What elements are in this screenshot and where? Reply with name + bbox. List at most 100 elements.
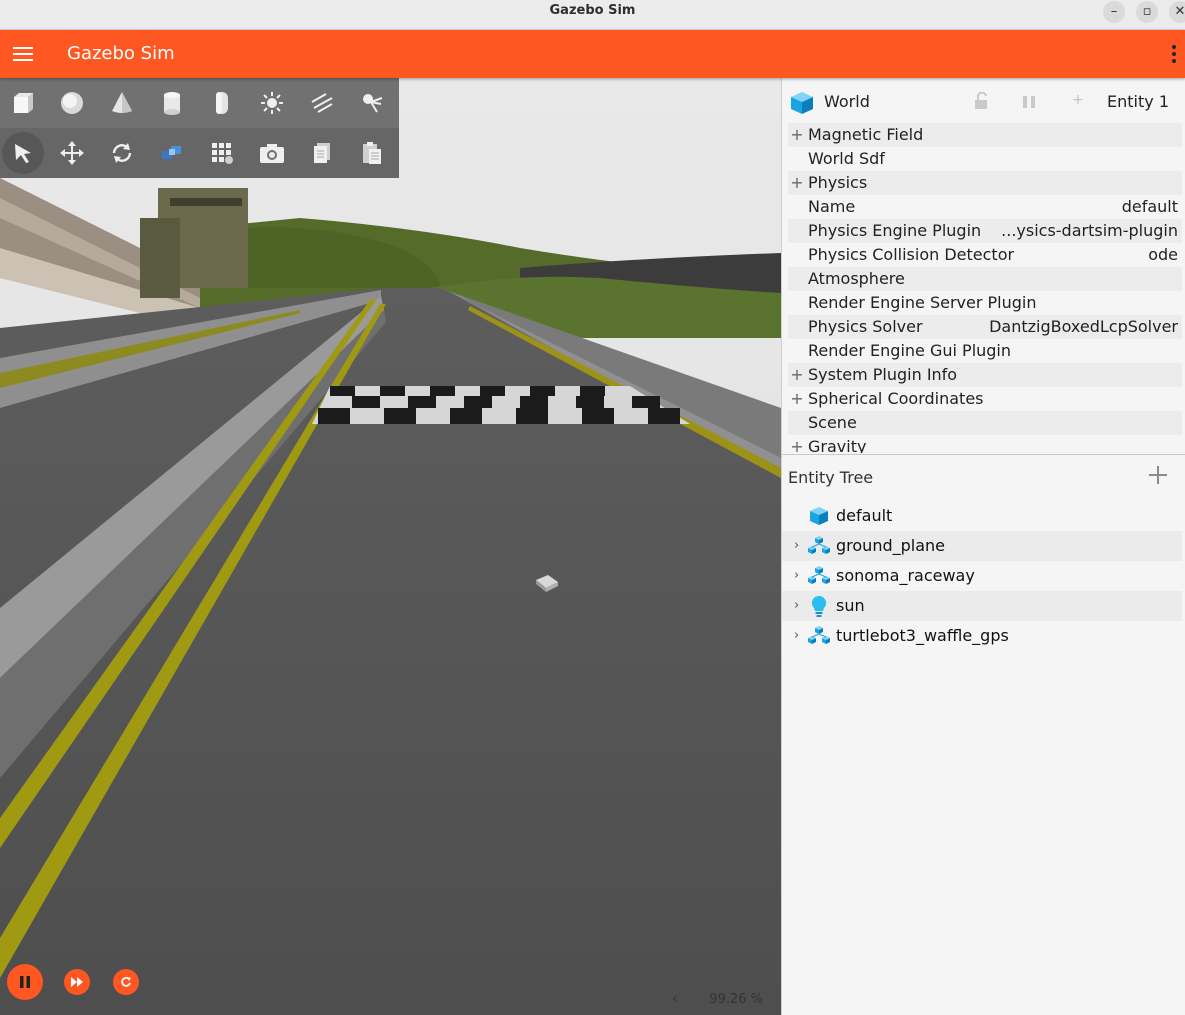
component-key: Physics	[808, 173, 868, 192]
component-value: ...ysics-dartsim-plugin	[1001, 221, 1178, 240]
box-icon[interactable]	[2, 82, 44, 124]
model-icon	[808, 626, 830, 644]
component-key: Spherical Coordinates	[808, 389, 984, 408]
paste-icon[interactable]	[351, 132, 393, 174]
window-titlebar: Gazebo Sim – ▫ ✕	[0, 0, 1185, 30]
expand-icon[interactable]: +	[790, 123, 804, 147]
component-row-physics[interactable]: + Physics	[788, 171, 1182, 195]
world-cube-icon	[791, 92, 813, 114]
chevron-right-icon[interactable]: ›	[794, 561, 799, 591]
capsule-icon[interactable]	[201, 82, 243, 124]
menu-icon[interactable]	[13, 46, 33, 62]
maximize-icon[interactable]: ▫	[1136, 1, 1158, 23]
kebab-menu-icon[interactable]	[1171, 44, 1177, 64]
cone-icon[interactable]	[101, 82, 143, 124]
component-key: Physics Collision Detector	[808, 245, 1015, 264]
chevron-left-icon[interactable]: ‹	[672, 991, 678, 1007]
component-value: ode	[1148, 245, 1178, 264]
copy-icon[interactable]	[301, 132, 343, 174]
component-row-system-plugin-info[interactable]: + System Plugin Info	[788, 363, 1182, 387]
model-icon	[808, 536, 830, 554]
component-row-atmosphere[interactable]: Atmosphere	[788, 267, 1182, 291]
chevron-right-icon[interactable]: ›	[794, 591, 799, 621]
component-row-world-sdf[interactable]: World Sdf	[788, 147, 1182, 171]
component-row-physics-solver[interactable]: Physics Solver DantzigBoxedLcpSolver	[788, 315, 1182, 339]
component-key: Atmosphere	[808, 269, 905, 288]
scene-3d-view[interactable]: ‹ 99.26 %	[0, 78, 781, 1015]
cylinder-icon[interactable]	[151, 82, 193, 124]
step-icon[interactable]	[64, 969, 90, 995]
tree-item-sun[interactable]: › sun	[782, 591, 1182, 621]
rotate-icon[interactable]	[101, 132, 143, 174]
panel-divider[interactable]	[782, 454, 1185, 455]
component-row-scene[interactable]: Scene	[788, 411, 1182, 435]
component-key: World Sdf	[808, 149, 885, 168]
tree-item-sonoma-raceway[interactable]: › sonoma_raceway	[782, 561, 1182, 591]
tree-item-label: sonoma_raceway	[836, 566, 975, 585]
expand-icon[interactable]: +	[790, 171, 804, 195]
tree-item-turtlebot3-waffle-gps[interactable]: › turtlebot3_waffle_gps	[782, 621, 1182, 651]
add-icon[interactable]: +	[1072, 92, 1084, 108]
light-bulb-icon	[811, 595, 827, 617]
expand-icon[interactable]: +	[790, 435, 804, 453]
tree-item-label: ground_plane	[836, 536, 945, 555]
component-row-render-engine-server-plugin[interactable]: Render Engine Server Plugin	[788, 291, 1182, 315]
chevron-right-icon[interactable]: ›	[794, 531, 799, 561]
component-row-spherical-coordinates[interactable]: + Spherical Coordinates	[788, 387, 1182, 411]
minimize-icon[interactable]: –	[1103, 1, 1125, 23]
component-key: Magnetic Field	[808, 125, 924, 144]
close-icon[interactable]: ✕	[1169, 1, 1185, 23]
grid-snap-icon[interactable]	[201, 132, 243, 174]
component-key: Gravity	[808, 437, 867, 453]
translate-icon[interactable]	[51, 132, 93, 174]
reset-icon[interactable]	[113, 969, 139, 995]
app-title: Gazebo Sim	[67, 43, 175, 64]
component-row-magnetic-field[interactable]: + Magnetic Field	[788, 123, 1182, 147]
right-panel: World + Entity 1 + Magnetic Field World …	[781, 78, 1185, 1015]
chevron-right-icon[interactable]: ›	[794, 621, 799, 651]
component-row-physics-engine-plugin[interactable]: Physics Engine Plugin ...ysics-dartsim-p…	[788, 219, 1182, 243]
model-icon	[808, 566, 830, 584]
component-list[interactable]: + Magnetic Field World Sdf + Physics Nam…	[782, 123, 1185, 453]
component-row-name[interactable]: Name default	[788, 195, 1182, 219]
component-key: System Plugin Info	[808, 365, 958, 384]
component-row-gravity[interactable]: + Gravity	[788, 435, 1182, 453]
select-icon[interactable]	[2, 132, 44, 174]
component-key: Render Engine Server Plugin	[808, 293, 1037, 312]
entity-tree-title: Entity Tree	[788, 468, 874, 487]
tree-item-label: turtlebot3_waffle_gps	[836, 626, 1009, 645]
point-light-icon[interactable]	[251, 82, 293, 124]
expand-icon[interactable]: +	[790, 387, 804, 411]
tree-item-default[interactable]: default	[782, 501, 1182, 531]
component-key: Scene	[808, 413, 857, 432]
component-row-render-engine-gui-plugin[interactable]: Render Engine Gui Plugin	[788, 339, 1182, 363]
real-time-factor: 99.26 %	[709, 992, 763, 1007]
directional-light-icon[interactable]	[301, 82, 343, 124]
component-value: default	[1121, 197, 1178, 216]
entity-type-label: World	[824, 92, 870, 111]
screenshot-icon[interactable]	[251, 132, 293, 174]
pause-icon[interactable]	[1022, 95, 1036, 109]
transform-toolbar-row	[0, 128, 399, 178]
raceway-render	[0, 78, 781, 1015]
lock-icon[interactable]	[973, 92, 989, 110]
spot-light-icon[interactable]	[351, 82, 393, 124]
tree-item-label: default	[836, 506, 893, 525]
expand-icon[interactable]: +	[790, 363, 804, 387]
component-key: Physics Engine Plugin	[808, 221, 982, 240]
window-title: Gazebo Sim	[549, 3, 636, 18]
tree-item-ground-plane[interactable]: › ground_plane	[782, 531, 1182, 561]
add-entity-icon[interactable]	[1147, 464, 1169, 486]
app-bar: Gazebo Sim	[0, 30, 1185, 78]
sphere-icon[interactable]	[51, 82, 93, 124]
world-cube-icon	[810, 507, 828, 525]
component-row-physics-collision-detector[interactable]: Physics Collision Detector ode	[788, 243, 1182, 267]
component-key: Physics Solver	[808, 317, 923, 336]
component-key: Name	[808, 197, 856, 216]
component-key: Render Engine Gui Plugin	[808, 341, 1012, 360]
view-angle-icon[interactable]	[151, 132, 193, 174]
pause-icon[interactable]	[7, 964, 43, 1000]
scene-toolbar	[0, 78, 399, 178]
tree-item-label: sun	[836, 596, 865, 615]
entity-id-label: Entity 1	[1107, 92, 1169, 111]
